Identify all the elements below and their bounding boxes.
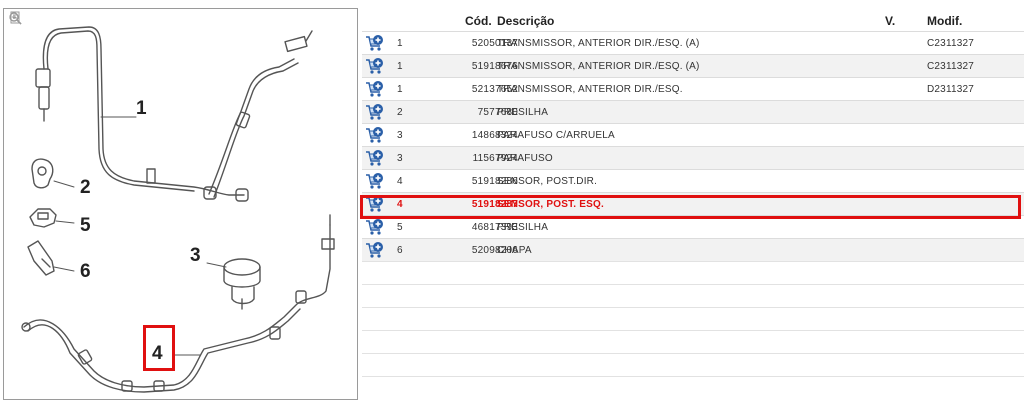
table-row[interactable]: 3 11567924 PARAFUSO <box>362 146 1024 169</box>
row-qty: 1 <box>397 38 403 49</box>
header-v: V. <box>885 14 896 28</box>
add-to-cart-icon[interactable] <box>365 80 385 98</box>
row-description: SENSOR, POST.DIR. <box>497 176 598 187</box>
table-row[interactable]: 6 52098206 CHAPA <box>362 238 1024 261</box>
callout-5: 5 <box>80 215 91 236</box>
table-row[interactable]: 4 51918286 SENSOR, POST.DIR. <box>362 169 1024 192</box>
table-row[interactable]: 1 51918676 TRANSMISSOR, ANTERIOR DIR./ESQ.… <box>362 54 1024 77</box>
selected-row-highlight <box>360 195 1021 219</box>
row-qty: 1 <box>397 84 403 95</box>
row-description: PARAFUSO <box>497 153 553 164</box>
part-4-drawing <box>21 214 335 393</box>
add-to-cart-icon[interactable] <box>365 172 385 190</box>
row-description: PRESILHA <box>497 222 549 233</box>
empty-row <box>362 353 1024 376</box>
part-6-drawing <box>27 240 55 276</box>
row-description: TRANSMISSOR, ANTERIOR DIR./ESQ. (A) <box>497 61 700 72</box>
parts-drawing: 1 2 5 6 3 4 <box>21 26 335 393</box>
row-modif: C2311327 <box>927 61 975 72</box>
callout-1: 1 <box>136 98 147 119</box>
add-to-cart-icon[interactable] <box>365 241 385 259</box>
row-qty: 5 <box>397 222 403 233</box>
table-row[interactable]: 1 52137652 TRANSMISSOR, ANTERIOR DIR./ESQ.… <box>362 77 1024 100</box>
row-qty: 3 <box>397 130 403 141</box>
empty-row <box>362 376 1024 399</box>
row-description: TRANSMISSOR, ANTERIOR DIR./ESQ. (A) <box>497 38 700 49</box>
row-description: TRANSMISSOR, ANTERIOR DIR./ESQ. <box>497 84 683 95</box>
row-qty: 1 <box>397 61 403 72</box>
part-1-drawing <box>35 26 313 202</box>
row-modif: C2311327 <box>927 38 975 49</box>
row-modif: D2311327 <box>927 84 975 95</box>
part-3-drawing <box>223 258 261 310</box>
table-row[interactable]: 3 14868324 PARAFUSO C/ARRUELA <box>362 123 1024 146</box>
header-cod: Cód. <box>465 14 492 28</box>
empty-row <box>362 284 1024 307</box>
table-header: Cód. Descrição V. Modif. <box>362 9 1024 31</box>
header-descricao: Descrição <box>497 14 555 28</box>
add-to-cart-icon[interactable] <box>365 103 385 121</box>
part-2-drawing <box>31 158 54 189</box>
part-5-drawing <box>29 208 57 228</box>
callout-4-highlight <box>143 325 175 371</box>
add-to-cart-icon[interactable] <box>365 126 385 144</box>
callout-6: 6 <box>80 261 91 282</box>
add-to-cart-icon[interactable] <box>365 34 385 52</box>
table-row[interactable]: 1 52050137 TRANSMISSOR, ANTERIOR DIR./ESQ.… <box>362 31 1024 54</box>
row-description: PARAFUSO C/ARRUELA <box>497 130 615 141</box>
table-row[interactable]: 2 7577680 PRESILHA <box>362 100 1024 123</box>
add-to-cart-icon[interactable] <box>365 149 385 167</box>
parts-diagram: 1 2 5 6 3 4 <box>3 8 358 400</box>
row-description: PRESILHA <box>497 107 549 118</box>
row-description: CHAPA <box>497 245 532 256</box>
add-to-cart-icon[interactable] <box>365 218 385 236</box>
header-modif: Modif. <box>927 14 963 28</box>
row-qty: 4 <box>397 176 403 187</box>
empty-row <box>362 261 1024 284</box>
row-qty: 3 <box>397 153 403 164</box>
row-qty: 2 <box>397 107 403 118</box>
add-to-cart-icon[interactable] <box>365 57 385 75</box>
empty-row <box>362 307 1024 330</box>
callout-3: 3 <box>190 245 201 266</box>
row-qty: 6 <box>397 245 403 256</box>
callout-2: 2 <box>80 177 91 198</box>
empty-row <box>362 330 1024 353</box>
